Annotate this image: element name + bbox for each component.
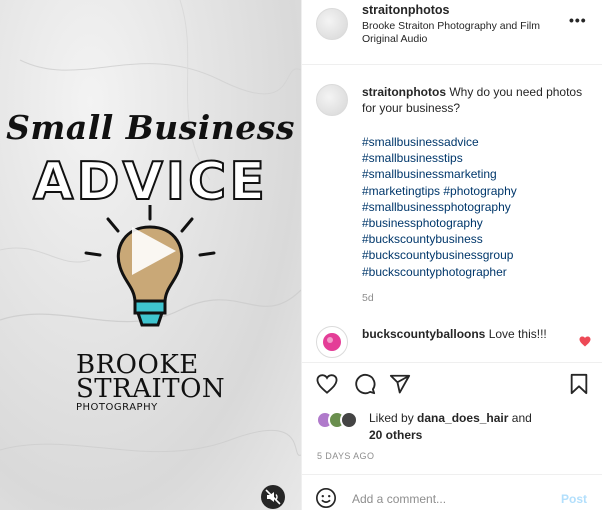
comment-input[interactable]: Add a comment... (352, 492, 446, 506)
comment-text: Love this!!! (488, 327, 547, 341)
hashtag-link[interactable]: #smallbusinessphotography (362, 199, 517, 215)
mute-icon (265, 489, 281, 505)
brand-logo-text: BROOKE STRAITON (76, 350, 226, 404)
comment-like-icon[interactable] (579, 336, 591, 347)
hashtag-link[interactable]: #marketingtips #photography (362, 183, 517, 199)
caption-text: straitonphotos Why do you need photos fo… (362, 84, 592, 116)
balloon-logo-icon (323, 333, 341, 351)
hashtag-link[interactable]: #smallbusinesstips (362, 150, 517, 166)
commenter-avatar[interactable] (316, 326, 348, 358)
post-sidebar: straitonphotos Brooke Straiton Photograp… (301, 0, 602, 510)
hashtag-link[interactable]: #businessphotography (362, 215, 517, 231)
audio-info[interactable]: Brooke Straiton Photography and Film Ori… (362, 20, 562, 46)
avatar[interactable] (316, 8, 348, 40)
caption-age[interactable]: 5d (362, 292, 374, 304)
likes-count[interactable]: 20 others (369, 427, 532, 444)
liker-username[interactable]: dana_does_hair (417, 411, 508, 425)
more-options-button[interactable]: ••• (569, 12, 587, 28)
mute-button[interactable] (261, 485, 285, 509)
divider (302, 64, 602, 65)
media-script-title: Small Business (6, 108, 295, 147)
hashtag-link[interactable]: #buckscountybusinessgroup (362, 247, 517, 263)
hashtag-list: #smallbusinessadvice #smallbusinesstips … (362, 134, 517, 280)
caption-username[interactable]: straitonphotos (362, 85, 446, 99)
comment-item: buckscountyballoons Love this!!! (362, 327, 547, 341)
comment-username[interactable]: buckscountyballoons (362, 327, 485, 341)
hashtag-link[interactable]: #smallbusinessadvice (362, 134, 517, 150)
post-button[interactable]: Post (561, 492, 587, 506)
play-icon[interactable] (122, 221, 182, 281)
bookmark-icon[interactable] (569, 373, 589, 395)
share-icon[interactable] (389, 373, 411, 395)
hashtag-link[interactable]: #buckscountyphotographer (362, 264, 517, 280)
media-headline: ADVICE (32, 151, 268, 213)
emoji-icon[interactable] (315, 487, 337, 509)
likes-summary: Liked by dana_does_hair and 20 others (369, 411, 532, 444)
avatar (340, 411, 358, 429)
hashtag-link[interactable]: #smallbusinessmarketing (362, 166, 517, 182)
post-media[interactable]: Small Business ADVICE BROOKE STRAITON PH… (0, 0, 301, 510)
brand-logo-subtitle: PHOTOGRAPHY (76, 402, 158, 413)
caption-avatar[interactable] (316, 84, 348, 116)
post-timestamp[interactable]: 5 DAYS AGO (317, 451, 374, 461)
heart-icon[interactable] (316, 374, 338, 394)
header-username[interactable]: straitonphotos (362, 3, 450, 17)
divider (302, 362, 602, 363)
comment-icon[interactable] (354, 373, 376, 395)
divider (302, 474, 602, 475)
hashtag-link[interactable]: #buckscountybusiness (362, 231, 517, 247)
